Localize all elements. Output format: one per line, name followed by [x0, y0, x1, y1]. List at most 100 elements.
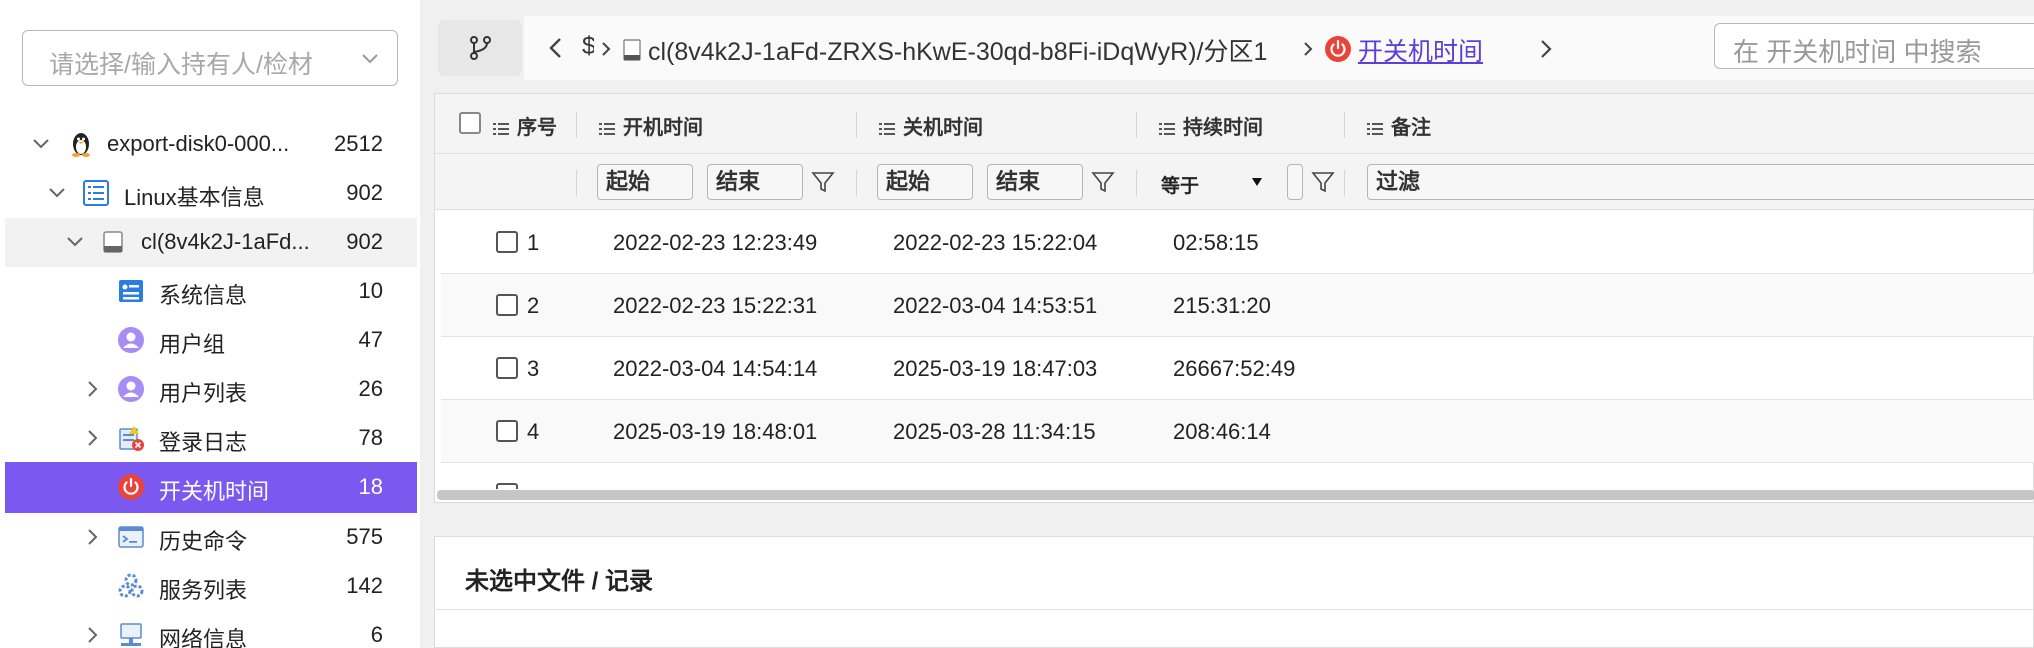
table-row-partial[interactable] — [441, 463, 2034, 489]
tree-item-system-info[interactable]: 系统信息 10 — [5, 267, 417, 316]
breadcrumb-separator-icon — [602, 42, 611, 56]
tree-item-label: 服务列表 — [159, 578, 248, 603]
tree-item-disk[interactable]: cl(8v4k2J-1aFd... 902 — [5, 218, 417, 267]
column-divider[interactable] — [856, 112, 857, 138]
dropdown-triangle-icon — [1252, 178, 1262, 186]
row-checkbox[interactable] — [496, 357, 518, 379]
column-menu-icon — [599, 122, 615, 135]
tree-item-services[interactable]: 服务列表 142 — [5, 562, 417, 611]
column-header-duration[interactable]: 持续时间 — [1159, 111, 1263, 140]
column-header-note[interactable]: 备注 — [1367, 111, 1431, 140]
chevron-down-icon[interactable] — [47, 183, 67, 203]
chevron-left-icon[interactable] — [546, 36, 566, 60]
cell-no: 1 — [527, 230, 540, 255]
cell-no: 3 — [527, 356, 540, 381]
column-header-label: 备注 — [1391, 117, 1431, 139]
chevron-right-icon[interactable] — [83, 379, 103, 399]
login-log-icon — [119, 426, 144, 451]
row-checkbox[interactable] — [496, 294, 518, 316]
user-list-icon — [118, 376, 144, 402]
table-row[interactable]: 3 2022-03-04 14:54:14 2025-03-19 18:47:0… — [441, 337, 2034, 400]
row-checkbox[interactable] — [496, 231, 518, 253]
column-divider[interactable] — [1136, 112, 1137, 138]
cell-boot-time: 2022-03-04 14:54:14 — [613, 356, 818, 381]
column-header-boot-time[interactable]: 开机时间 — [599, 111, 703, 140]
tree-item-network-info[interactable]: 网络信息 6 — [5, 611, 417, 648]
services-icon — [118, 573, 144, 598]
detail-panel: 未选中文件 / 记录 — [434, 536, 2034, 648]
cell-duration: 02:58:15 — [1173, 230, 1259, 255]
tree-item-user-list[interactable]: 用户列表 26 — [5, 365, 417, 414]
cell-no: 2 — [527, 293, 540, 318]
column-menu-icon — [1367, 122, 1383, 135]
note-filter[interactable]: 过滤 — [1367, 164, 2034, 200]
tree-item-label: 用户组 — [159, 332, 226, 357]
filter-icon[interactable] — [1311, 170, 1335, 194]
column-menu-icon — [1159, 122, 1175, 135]
duration-operator-select[interactable]: 等于 — [1161, 164, 1273, 200]
chevron-right-icon[interactable] — [83, 625, 103, 645]
filter-row: 起始 结束 起始 结束 等于 过滤 — [435, 154, 2034, 210]
chevron-down-icon[interactable] — [65, 232, 85, 252]
tree-item-login-log[interactable]: 登录日志 78 — [5, 414, 417, 463]
user-group-icon — [118, 327, 144, 353]
column-header-label: 持续时间 — [1183, 117, 1263, 139]
table-row[interactable]: 2 2022-02-23 15:22:31 2022-03-04 14:53:5… — [441, 274, 2034, 337]
tree-item-label: cl(8v4k2J-1aFd... — [141, 229, 310, 254]
cell-shutdown-time: 2022-02-23 15:22:04 — [893, 230, 1098, 255]
tree-item-label: Linux基本信息 — [124, 185, 265, 210]
chevron-down-icon — [362, 54, 378, 64]
column-divider[interactable] — [576, 112, 577, 138]
filter-icon[interactable] — [811, 170, 835, 194]
tree-item-power-times[interactable]: 开关机时间 18 — [5, 462, 417, 513]
boot-start-filter[interactable]: 起始 — [597, 164, 693, 200]
breadcrumb-truncated[interactable]: $ — [582, 32, 594, 61]
tree-item-count: 78 — [358, 425, 383, 450]
column-menu-icon — [493, 122, 509, 135]
breadcrumb-separator-icon — [1304, 42, 1313, 56]
tree-item-export-disk[interactable]: export-disk0-000... 2512 — [5, 120, 417, 169]
boot-end-filter[interactable]: 结束 — [707, 164, 803, 200]
tree-item-count: 10 — [358, 278, 383, 303]
tree-item-label: 系统信息 — [159, 283, 248, 308]
breadcrumb-disk[interactable]: cl(8v4k2J-1aFd-ZRXS-hKwE-30qd-b8Fi-iDqWy… — [648, 32, 1267, 68]
owner-select[interactable]: 请选择/输入持有人/检材 — [22, 30, 398, 86]
linux-penguin-icon — [72, 133, 90, 157]
branch-button[interactable] — [438, 20, 522, 76]
column-divider — [1344, 170, 1345, 196]
tree-item-linux-basic-info[interactable]: Linux基本信息 902 — [5, 169, 417, 218]
tree-item-count: 47 — [358, 327, 383, 352]
cell-no: 4 — [527, 419, 540, 444]
tree-item-label: 网络信息 — [159, 627, 248, 648]
select-all-checkbox[interactable] — [459, 112, 481, 134]
duration-operator-value: 等于 — [1161, 176, 1200, 197]
shutdown-start-filter[interactable]: 起始 — [877, 164, 973, 200]
owner-select-placeholder: 请选择/输入持有人/检材 — [49, 51, 313, 79]
chevron-right-icon[interactable] — [1538, 38, 1554, 60]
column-header-no[interactable]: 序号 — [493, 111, 557, 140]
chevron-right-icon[interactable] — [83, 428, 103, 448]
column-divider[interactable] — [1344, 112, 1345, 138]
search-input[interactable]: 在 开关机时间 中搜索 — [1714, 23, 2034, 69]
column-header-label: 序号 — [517, 117, 557, 139]
records-table: 序号 开机时间 关机时间 持续时间 备注 起始 结束 起始 结束 等于 过滤 1… — [434, 93, 2034, 503]
tree-item-count: 575 — [346, 524, 383, 549]
chevron-right-icon[interactable] — [83, 527, 103, 547]
shutdown-end-filter[interactable]: 结束 — [987, 164, 1083, 200]
tree-item-history-commands[interactable]: 历史命令 575 — [5, 513, 417, 562]
duration-value-filter[interactable] — [1287, 164, 1303, 200]
filter-icon[interactable] — [1091, 170, 1115, 194]
breadcrumb-current[interactable]: 开关机时间 — [1358, 32, 1483, 68]
tree-item-count: 2512 — [334, 131, 383, 156]
tree-item-count: 902 — [346, 180, 383, 205]
column-header-shutdown-time[interactable]: 关机时间 — [879, 111, 983, 140]
tree-item-count: 26 — [358, 376, 383, 401]
row-checkbox[interactable] — [496, 483, 518, 489]
table-row[interactable]: 1 2022-02-23 12:23:49 2022-02-23 15:22:0… — [441, 211, 2034, 274]
tree-item-user-group[interactable]: 用户组 47 — [5, 316, 417, 365]
row-checkbox[interactable] — [496, 420, 518, 442]
cell-boot-time: 2025-03-19 18:48:01 — [613, 419, 818, 444]
chevron-down-icon[interactable] — [31, 134, 51, 154]
table-row[interactable]: 4 2025-03-19 18:48:01 2025-03-28 11:34:1… — [441, 400, 2034, 463]
horizontal-scrollbar[interactable] — [437, 490, 2034, 500]
